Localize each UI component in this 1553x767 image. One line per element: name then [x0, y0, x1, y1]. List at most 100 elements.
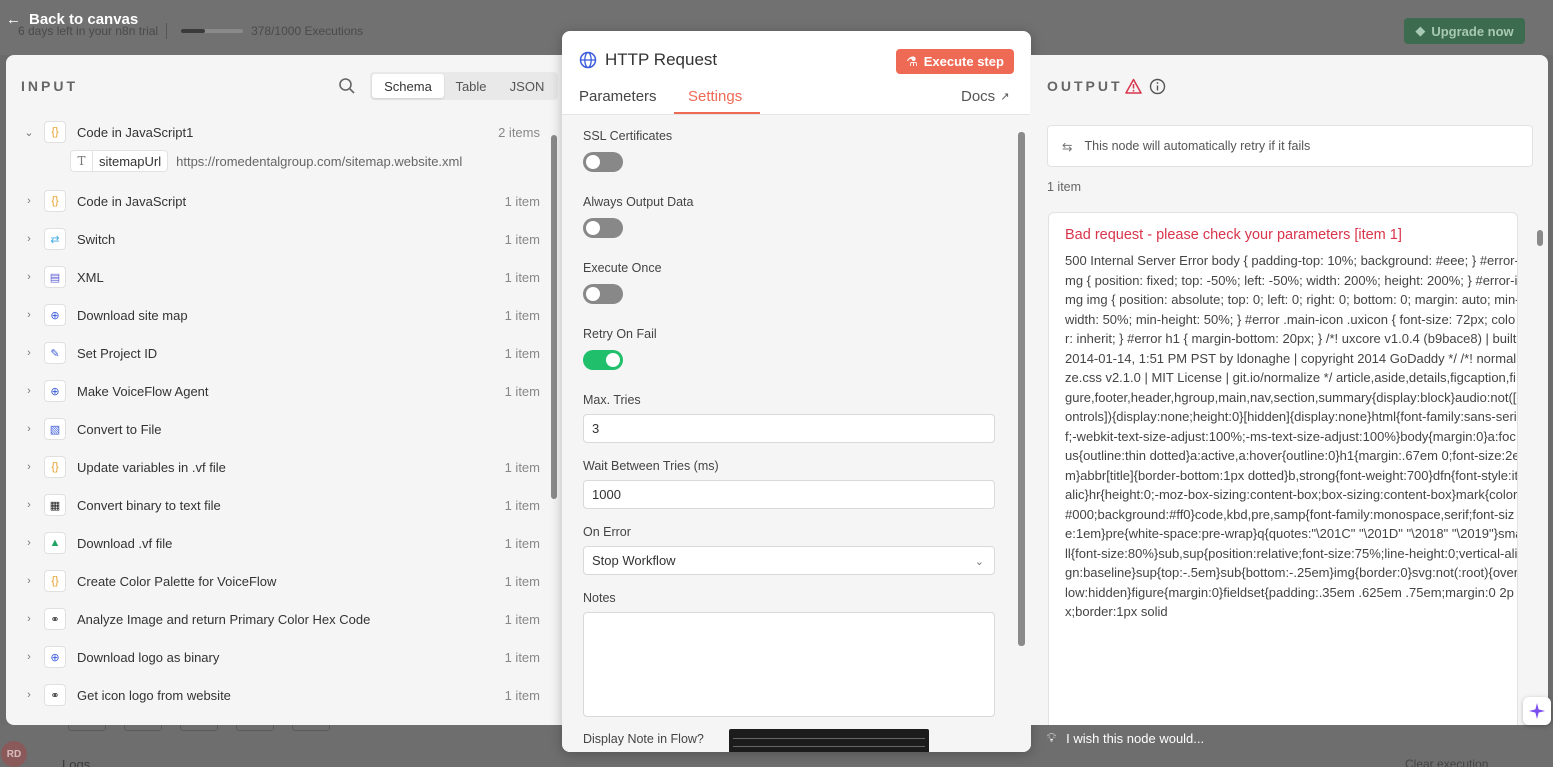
chevron-right-icon[interactable]: ›	[20, 233, 38, 245]
info-icon[interactable]	[1149, 78, 1166, 95]
error-title: Bad request - please check your paramete…	[1065, 227, 1402, 243]
chevron-right-icon[interactable]: ›	[20, 689, 38, 701]
notes-textarea[interactable]	[583, 612, 995, 717]
node-name: Make VoiceFlow Agent	[77, 383, 209, 399]
chevron-right-icon[interactable]: ›	[20, 499, 38, 511]
arrow-left-icon: ←	[6, 11, 21, 28]
node-name: Set Project ID	[77, 345, 158, 361]
chevron-right-icon[interactable]: ›	[20, 575, 38, 587]
error-body: 500 Internal Server Error body { padding…	[1065, 253, 1518, 619]
execute-once-toggle[interactable]	[583, 284, 623, 304]
switch-icon: ⇄	[44, 228, 66, 250]
node-row[interactable]: › {} Create Color Palette for VoiceFlow 1 i…	[20, 562, 544, 600]
node-row[interactable]: › ▤ XML 1 item	[20, 258, 544, 296]
node-title[interactable]: HTTP Request	[605, 50, 717, 70]
node-name: Download site map	[77, 307, 188, 323]
chevron-down-icon[interactable]: ⌄	[20, 126, 38, 139]
node-row[interactable]: ⌄ {} Code in JavaScript1 2 items	[20, 113, 544, 151]
code-braces-icon: {}	[44, 570, 66, 592]
globe-icon: ⊕	[44, 380, 66, 402]
node-row[interactable]: › ▲ Download .vf file 1 item	[20, 524, 544, 562]
settings-body: SSL Certificates Always Output Data Exec…	[562, 115, 1031, 752]
retry-on-fail-toggle[interactable]	[583, 350, 623, 370]
retry-icon: ⇆	[1062, 139, 1073, 154]
settings-scrollbar[interactable]	[1018, 132, 1025, 646]
display-note-label: Display Note in Flow?	[583, 732, 704, 746]
node-settings-panel: HTTP Request ⚗ Execute step Parameters S…	[562, 31, 1031, 752]
chevron-right-icon[interactable]: ›	[20, 309, 38, 321]
globe-icon: ⊕	[44, 646, 66, 668]
view-json-tab[interactable]: JSON	[498, 74, 556, 98]
feedback-link[interactable]: 💡︎ I wish this node would...	[1047, 730, 1204, 746]
search-icon[interactable]	[338, 77, 356, 95]
on-error-value: Stop Workflow	[592, 553, 676, 568]
ssl-toggle[interactable]	[583, 152, 623, 172]
node-name: Switch	[77, 231, 116, 247]
node-row[interactable]: › ⊕ Make VoiceFlow Agent 1 item	[20, 372, 544, 410]
docs-link[interactable]: Docs ↗	[961, 88, 1009, 105]
text-type-icon: T	[71, 151, 93, 171]
ssl-label: SSL Certificates	[583, 129, 673, 143]
item-count: 1 item	[504, 383, 540, 399]
google-drive-icon: ▲	[44, 532, 66, 554]
back-to-canvas-button[interactable]: ← Back to canvas	[6, 11, 138, 28]
node-name: Code in JavaScript	[77, 193, 187, 209]
schema-field-row: T sitemapUrl https://romedentalgroup.com…	[70, 150, 462, 172]
node-row[interactable]: › ⚭ Analyze Image and return Primary Color…	[20, 600, 544, 638]
input-panel: INPUT Schema Table JSON ⌄ {} Code in Jav…	[6, 55, 562, 725]
chevron-right-icon[interactable]: ›	[20, 347, 38, 359]
clear-execution-button[interactable]: Clear execution	[1405, 757, 1488, 767]
always-output-toggle[interactable]	[583, 218, 623, 238]
node-row[interactable]: › ⇄ Switch 1 item	[20, 220, 544, 258]
node-name: Download .vf file	[77, 535, 173, 551]
logs-label[interactable]: Logs	[62, 757, 90, 767]
item-count: 1 item	[504, 345, 540, 361]
node-row[interactable]: › {} Update variables in .vf file 1 item	[20, 448, 544, 486]
item-count: 1 item	[504, 307, 540, 323]
node-row[interactable]: › ⊕ Download logo as binary 1 item	[20, 638, 544, 676]
chevron-right-icon[interactable]: ›	[20, 385, 38, 397]
node-row[interactable]: › ▧ Convert to File	[20, 410, 544, 448]
chevron-right-icon[interactable]: ›	[20, 423, 38, 435]
chevron-right-icon[interactable]: ›	[20, 461, 38, 473]
wait-between-tries-input[interactable]: 1000	[583, 480, 995, 509]
node-row[interactable]: › {} Code in JavaScript 1 item	[20, 182, 544, 220]
upgrade-label: Upgrade now	[1431, 23, 1514, 39]
warning-icon[interactable]	[1125, 78, 1142, 95]
upgrade-button[interactable]: ◆ Upgrade now	[1404, 18, 1525, 44]
node-row[interactable]: › ✎ Set Project ID 1 item	[20, 334, 544, 372]
executions-text: 378/1000 Executions	[251, 24, 364, 38]
chevron-right-icon[interactable]: ›	[20, 537, 38, 549]
chevron-right-icon[interactable]: ›	[20, 271, 38, 283]
view-table-tab[interactable]: Table	[444, 74, 498, 98]
keyboard-image	[729, 729, 929, 752]
node-name: Convert to File	[77, 421, 162, 437]
chevron-right-icon[interactable]: ›	[20, 613, 38, 625]
node-row[interactable]: › ⊕ Download site map 1 item	[20, 296, 544, 334]
external-link-icon: ↗	[1000, 91, 1010, 103]
max-tries-input[interactable]: 3	[583, 414, 995, 443]
gem-icon: ◆	[1415, 23, 1426, 38]
field-value: https://romedentalgroup.com/sitemap.webs…	[176, 153, 463, 169]
node-row[interactable]: › ⚭ Get icon logo from website 1 item	[20, 676, 544, 714]
globe-icon: ⊕	[44, 304, 66, 326]
field-key: sitemapUrl	[99, 153, 162, 169]
chevron-right-icon[interactable]: ›	[20, 195, 38, 207]
file-binary-icon: ▦	[44, 494, 66, 516]
tab-settings[interactable]: Settings	[688, 88, 742, 105]
avatar[interactable]: RD	[1, 741, 27, 767]
field-pill[interactable]: T sitemapUrl	[70, 150, 169, 172]
output-scrollbar[interactable]	[1537, 230, 1543, 246]
node-name: Download logo as binary	[77, 649, 220, 665]
input-scrollbar[interactable]	[551, 135, 557, 499]
view-schema-tab[interactable]: Schema	[372, 74, 444, 98]
chevron-right-icon[interactable]: ›	[20, 651, 38, 663]
on-error-select[interactable]: Stop Workflow ⌄	[583, 546, 995, 575]
ai-assistant-button[interactable]	[1523, 697, 1551, 725]
retry-on-fail-label: Retry On Fail	[583, 327, 657, 341]
tab-parameters[interactable]: Parameters	[579, 88, 657, 105]
item-count: 2 items	[498, 124, 540, 140]
node-row[interactable]: › ▦ Convert binary to text file 1 item	[20, 486, 544, 524]
execute-step-button[interactable]: ⚗ Execute step	[896, 49, 1014, 74]
file-convert-icon: ▧	[44, 418, 66, 440]
